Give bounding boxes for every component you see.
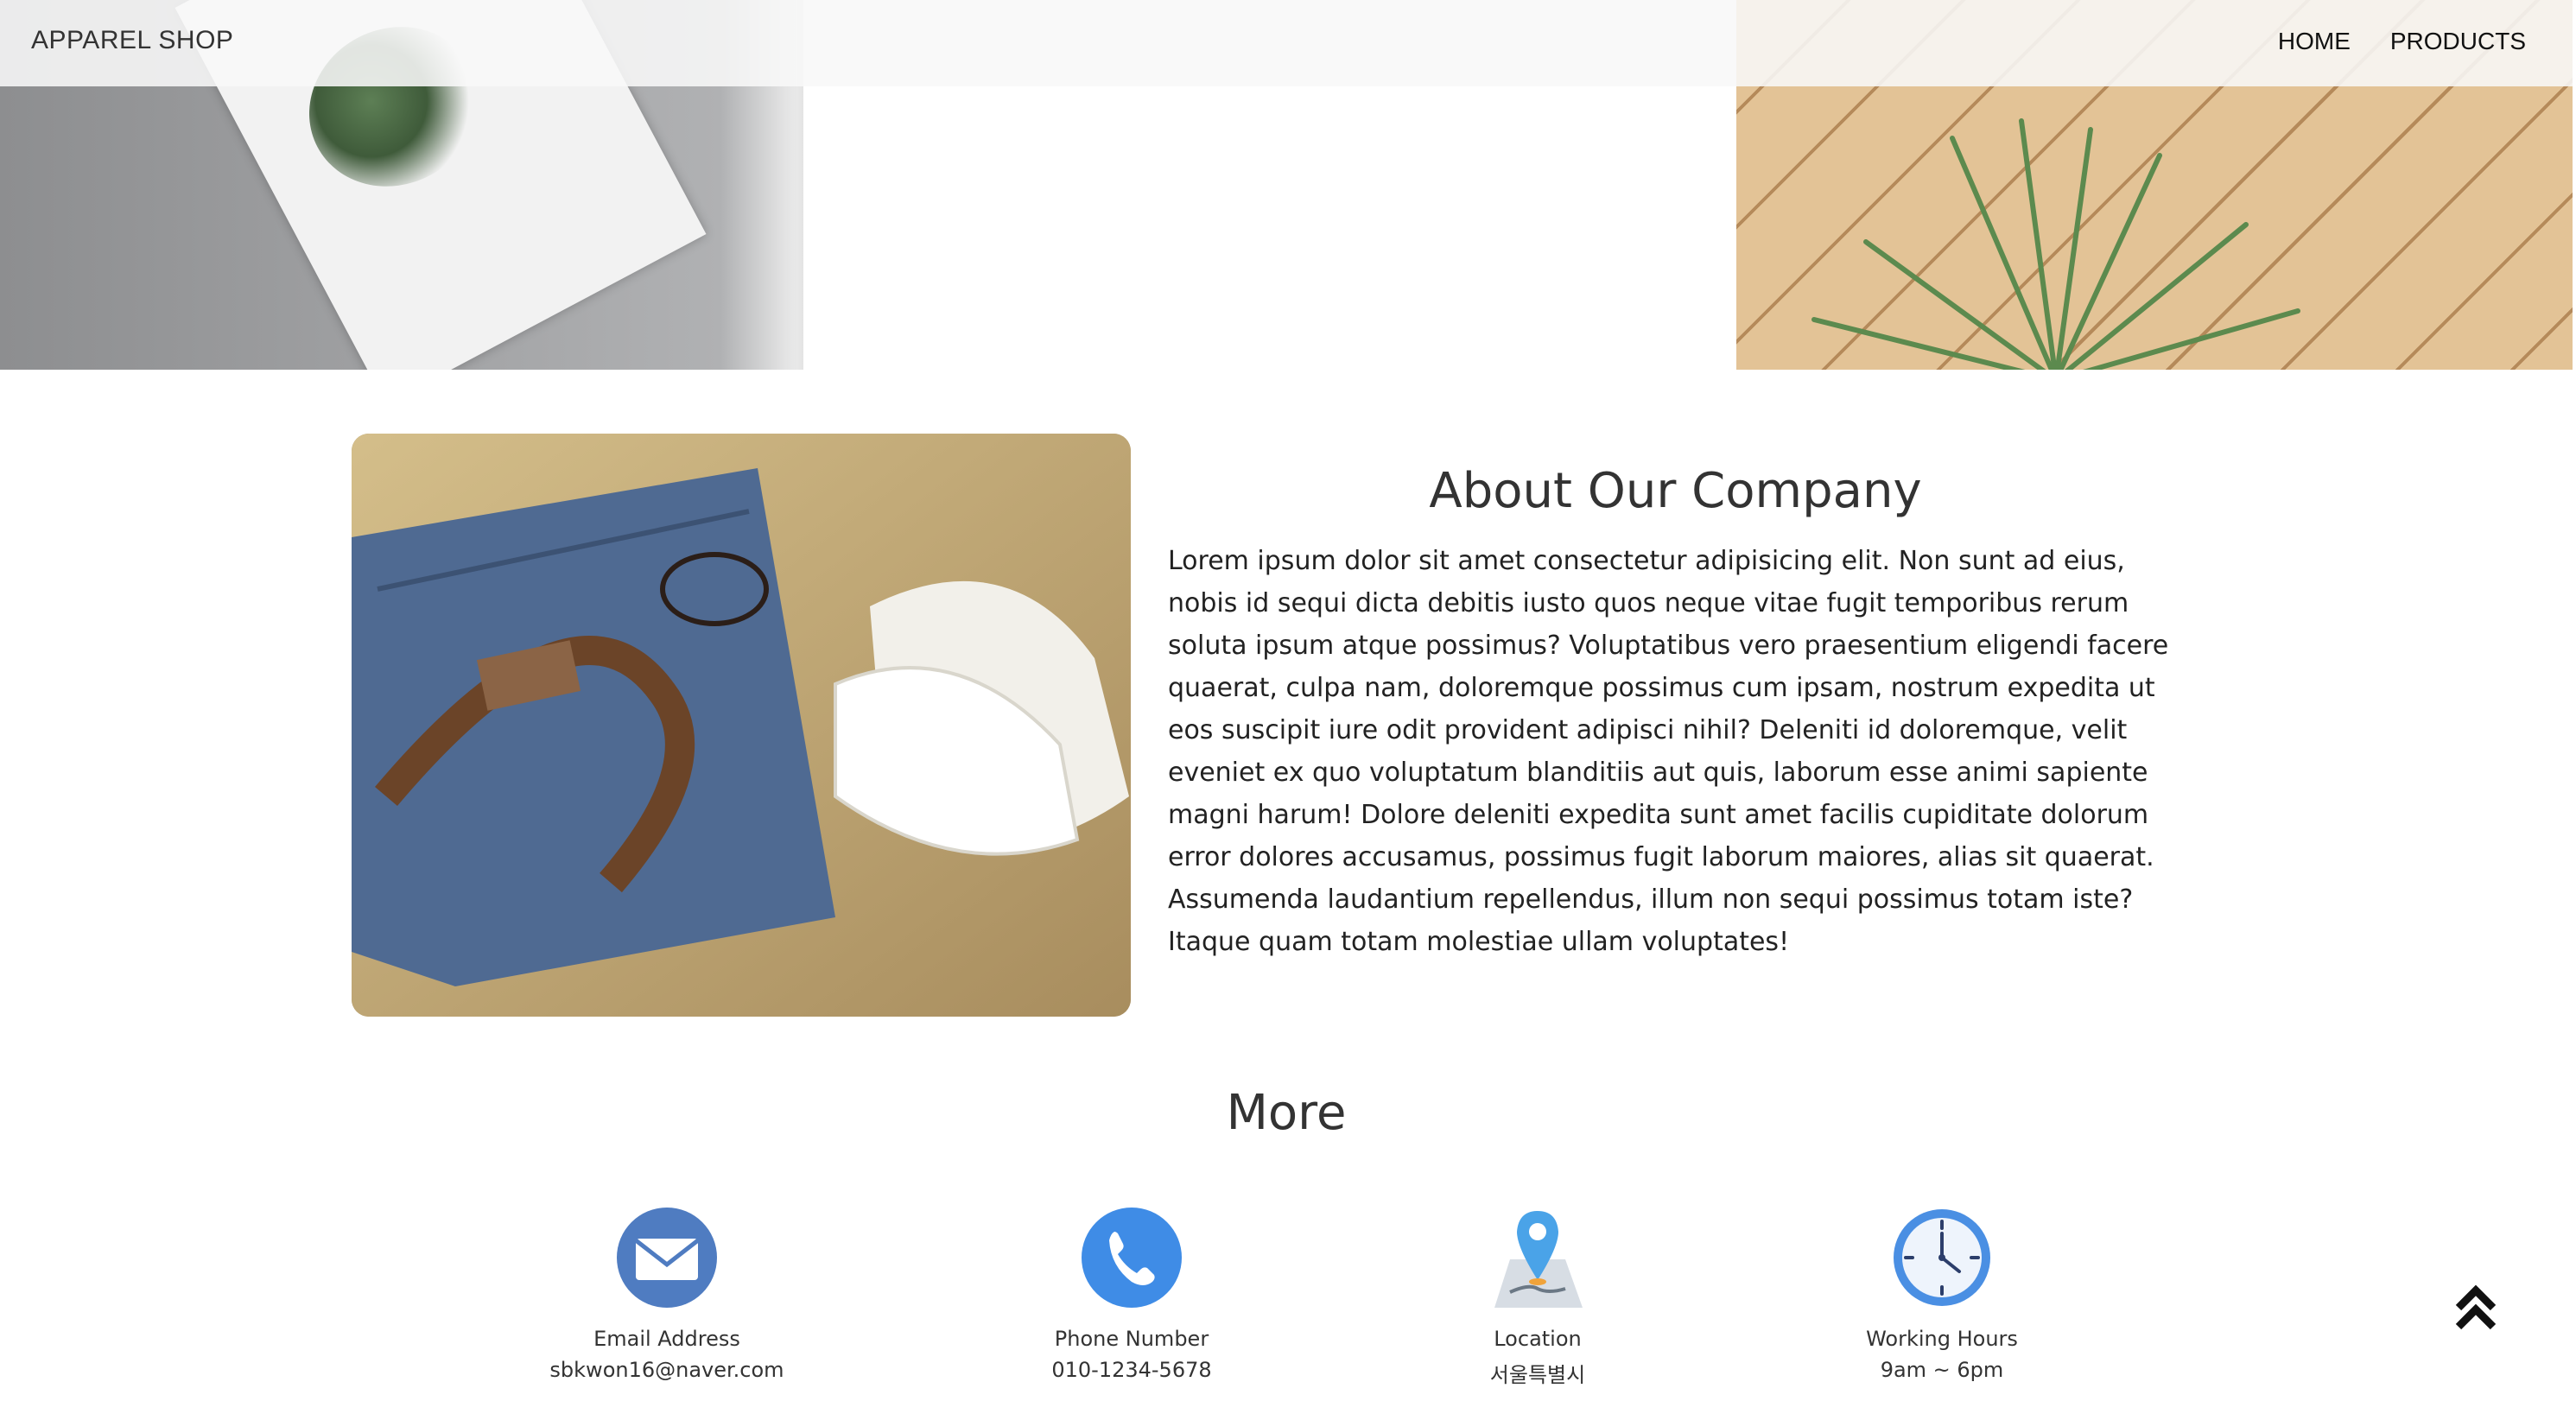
location-icon (1494, 1211, 1583, 1308)
info-email: Email Address sbkwon16@naver.com (485, 1206, 848, 1382)
navbar: APPAREL SHOP HOME PRODUCTS (0, 0, 2573, 86)
nav-links: HOME PRODUCTS (2278, 28, 2526, 55)
location-value: 서울특별시 (1489, 1363, 1586, 1387)
nav-link-home[interactable]: HOME (2278, 28, 2351, 55)
more-title: More (1226, 1085, 1347, 1141)
hero-leaves-image (1811, 118, 2300, 370)
about-title: About Our Company (1429, 463, 1922, 519)
bag-shoes-illustration (352, 434, 1131, 1017)
location-label: Location (1494, 1327, 1582, 1351)
phone-value[interactable]: 010-1234-5678 (950, 1358, 1313, 1382)
phone-icon (1082, 1208, 1182, 1308)
brand-logo[interactable]: APPAREL SHOP (31, 26, 233, 55)
info-location: Location 서울특별시 (1356, 1206, 1719, 1388)
info-hours: Working Hours 9am ~ 6pm (1761, 1206, 2123, 1382)
hours-label: Working Hours (1866, 1327, 2018, 1351)
about-photo (352, 434, 1131, 1017)
hours-value: 9am ~ 6pm (1880, 1358, 2004, 1382)
nav-link-products[interactable]: PRODUCTS (2390, 28, 2526, 55)
info-phone: Phone Number 010-1234-5678 (950, 1206, 1313, 1382)
clock-icon (1894, 1209, 1990, 1306)
about-body-text: Lorem ipsum dolor sit amet consectetur a… (1168, 546, 2169, 957)
email-value[interactable]: sbkwon16@naver.com (485, 1358, 848, 1382)
double-chevron-up-icon[interactable] (2453, 1284, 2498, 1332)
phone-label: Phone Number (1054, 1327, 1209, 1351)
email-label: Email Address (593, 1327, 740, 1351)
email-icon (617, 1208, 717, 1308)
